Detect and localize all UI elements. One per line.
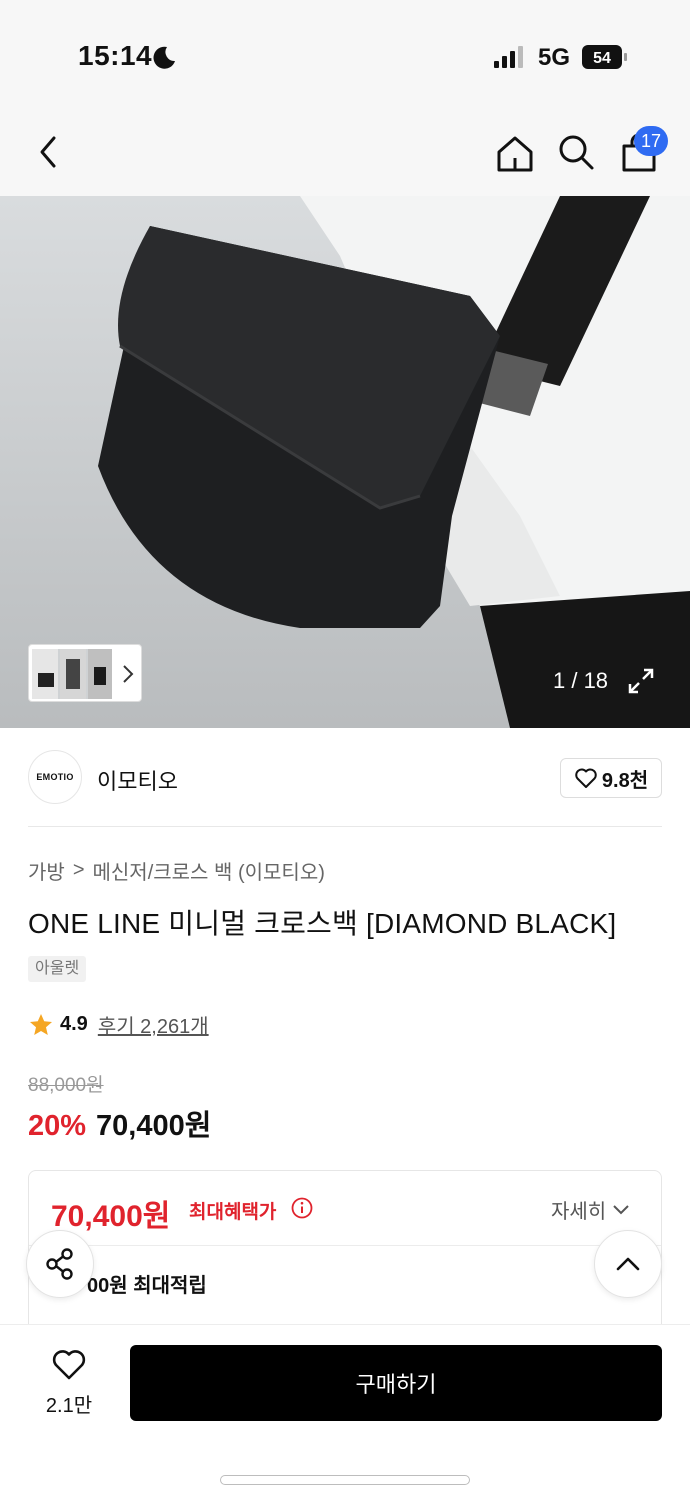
divider: [28, 826, 662, 827]
brand-like-button[interactable]: 9.8천: [560, 758, 662, 798]
max-benefit-label: 최대혜택가: [189, 1202, 277, 1223]
outlet-badge: 아울렛: [28, 956, 87, 982]
info-icon[interactable]: [291, 1197, 313, 1219]
product-title: ONE LINE 미니멀 크로스백 [DIAMOND BLACK]: [28, 908, 617, 939]
chevron-down-icon: [613, 1204, 629, 1214]
heart-icon: [575, 768, 597, 788]
battery-icon: 54: [582, 45, 627, 69]
cart-count-badge: 17: [634, 126, 668, 156]
chevron-up-icon: [616, 1257, 640, 1271]
discount-rate: 20%: [28, 1110, 87, 1142]
breadcrumb: 가방 > 메신저/크로스 백 (이모티오): [28, 856, 325, 885]
max-points-text: 00원 최대적립: [87, 1275, 207, 1297]
benefit-divider: [29, 1245, 661, 1246]
top-nav: [0, 110, 690, 196]
sale-price: 70,400원: [96, 1110, 212, 1142]
thumbnail-image: [32, 649, 112, 699]
bottom-purchase-bar: 2.1만 구매하기: [0, 1324, 690, 1500]
home-icon[interactable]: [495, 134, 535, 174]
wishlist-count: 2.1만: [45, 1395, 93, 1417]
brand-like-count: 9.8천: [601, 769, 649, 792]
status-time: 15:14: [78, 40, 153, 71]
network-label: 5G: [538, 44, 571, 71]
breadcrumb-category[interactable]: 가방: [28, 856, 65, 885]
scroll-top-button[interactable]: [594, 1230, 662, 1298]
max-benefit-price: 70,400원: [51, 1200, 171, 1233]
breadcrumb-separator: >: [72, 859, 85, 881]
breadcrumb-subcategory[interactable]: 메신저/크로스 백 (이모티오): [93, 856, 325, 885]
back-icon[interactable]: [32, 132, 66, 172]
share-button[interactable]: [26, 1230, 94, 1298]
search-icon[interactable]: [556, 132, 596, 172]
image-counter: 1 / 18: [553, 668, 609, 693]
share-icon: [46, 1248, 73, 1280]
price-row: 20% 70,400원: [28, 1102, 211, 1144]
battery-level: 54: [593, 50, 611, 67]
chevron-right-icon: [123, 665, 134, 683]
status-bar: 15:14 5G 54: [0, 0, 690, 110]
star-icon: [30, 1013, 52, 1035]
benefit-box: 70,400원 최대혜택가 자세히 00원 최대적립: [28, 1170, 662, 1340]
review-link[interactable]: 후기 2,261개: [98, 1010, 209, 1039]
rating-value: 4.9: [60, 1013, 88, 1035]
wishlist-button[interactable]: 2.1만: [34, 1347, 104, 1427]
signal-icon: [494, 46, 523, 68]
details-label: 자세히: [551, 1201, 607, 1223]
brand-logo[interactable]: EMOTIO: [28, 750, 82, 804]
buy-button[interactable]: 구매하기: [130, 1345, 662, 1421]
heart-icon: [52, 1350, 86, 1380]
expand-icon[interactable]: [626, 666, 656, 696]
thumbnail-strip[interactable]: [28, 644, 142, 702]
home-indicator: [220, 1475, 470, 1485]
moon-icon: [153, 46, 175, 69]
brand-row[interactable]: EMOTIO 이모티오 9.8천: [0, 728, 690, 826]
original-price: 88,000원: [28, 1075, 104, 1096]
details-toggle[interactable]: 자세히: [551, 1195, 630, 1224]
brand-name[interactable]: 이모티오: [97, 764, 178, 796]
rating-row: 4.9 후기 2,261개: [28, 1010, 209, 1039]
